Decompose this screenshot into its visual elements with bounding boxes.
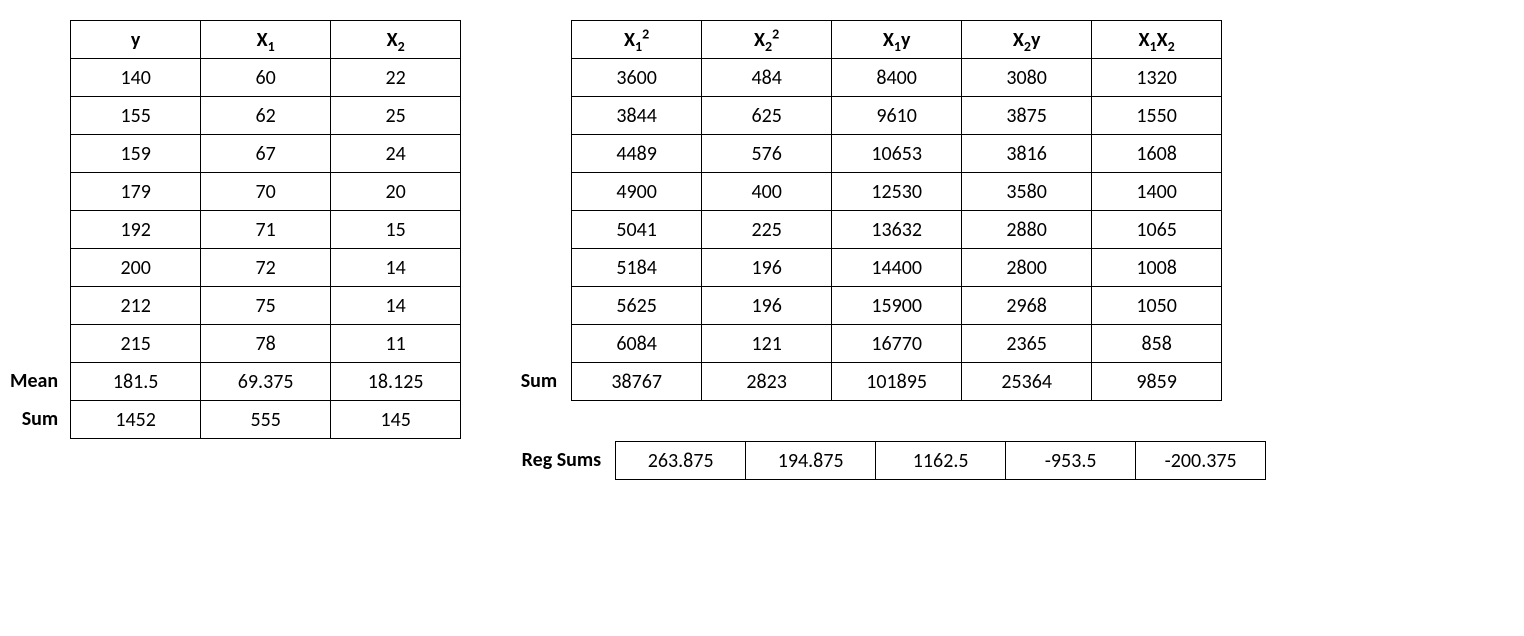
right-block: Sum X12 X22 X1y X2y X1X2 360048484003080… xyxy=(471,20,1266,480)
col-x2: X2 xyxy=(331,21,461,59)
col-x1x2: X1X2 xyxy=(1092,21,1222,59)
reg-sums-table: 263.875 194.875 1162.5 -953.5 -200.375 xyxy=(615,441,1266,480)
table-row: 49004001253035801400 xyxy=(572,173,1222,211)
table-row: 2007214 xyxy=(71,249,461,287)
col-x2sq: X22 xyxy=(702,21,832,59)
mean-label: Mean xyxy=(10,362,58,400)
table-header-row: X12 X22 X1y X2y X1X2 xyxy=(572,21,1222,59)
left-table: y X1 X2 1406022 1556225 1596724 1797020 … xyxy=(70,20,461,439)
sum-label-left: Sum xyxy=(10,400,58,438)
mean-row: 181.569.37518.125 xyxy=(71,363,461,401)
table-row: 1556225 xyxy=(71,97,461,135)
table-row: 1797020 xyxy=(71,173,461,211)
table-row: 1596724 xyxy=(71,135,461,173)
col-x1y: X1y xyxy=(832,21,962,59)
page: Mean Sum y X1 X2 1406022 1556225 1596724… xyxy=(10,20,1504,480)
table-row: 2157811 xyxy=(71,325,461,363)
reg-sums-label: Reg Sums xyxy=(471,441,615,479)
table-header-row: y X1 X2 xyxy=(71,21,461,59)
table-row: 3844625961038751550 xyxy=(572,97,1222,135)
right-rowlabels: Sum xyxy=(471,20,571,400)
table-row: 1406022 xyxy=(71,59,461,97)
table-row: 6084121167702365858 xyxy=(572,325,1222,363)
sum-row-left: 1452555145 xyxy=(71,401,461,439)
reg-sums-block: Reg Sums 263.875 194.875 1162.5 -953.5 -… xyxy=(471,441,1266,480)
col-x1: X1 xyxy=(201,21,331,59)
table-row: 44895761065338161608 xyxy=(572,135,1222,173)
table-row: 1927115 xyxy=(71,211,461,249)
table-row: 50412251363228801065 xyxy=(572,211,1222,249)
reg-sums-row: 263.875 194.875 1162.5 -953.5 -200.375 xyxy=(616,442,1266,480)
sum-row-right: 387672823101895253649859 xyxy=(572,363,1222,401)
table-row: 56251961590029681050 xyxy=(572,287,1222,325)
col-y: y xyxy=(71,21,201,59)
left-block: Mean Sum y X1 X2 1406022 1556225 1596724… xyxy=(10,20,461,439)
table-row: 51841961440028001008 xyxy=(572,249,1222,287)
right-table: X12 X22 X1y X2y X1X2 3600484840030801320… xyxy=(571,20,1222,401)
col-x2y: X2y xyxy=(962,21,1092,59)
left-rowlabels: Mean Sum xyxy=(10,20,70,438)
col-x1sq: X12 xyxy=(572,21,702,59)
table-row: 3600484840030801320 xyxy=(572,59,1222,97)
table-row: 2127514 xyxy=(71,287,461,325)
sum-label-right: Sum xyxy=(471,362,571,400)
